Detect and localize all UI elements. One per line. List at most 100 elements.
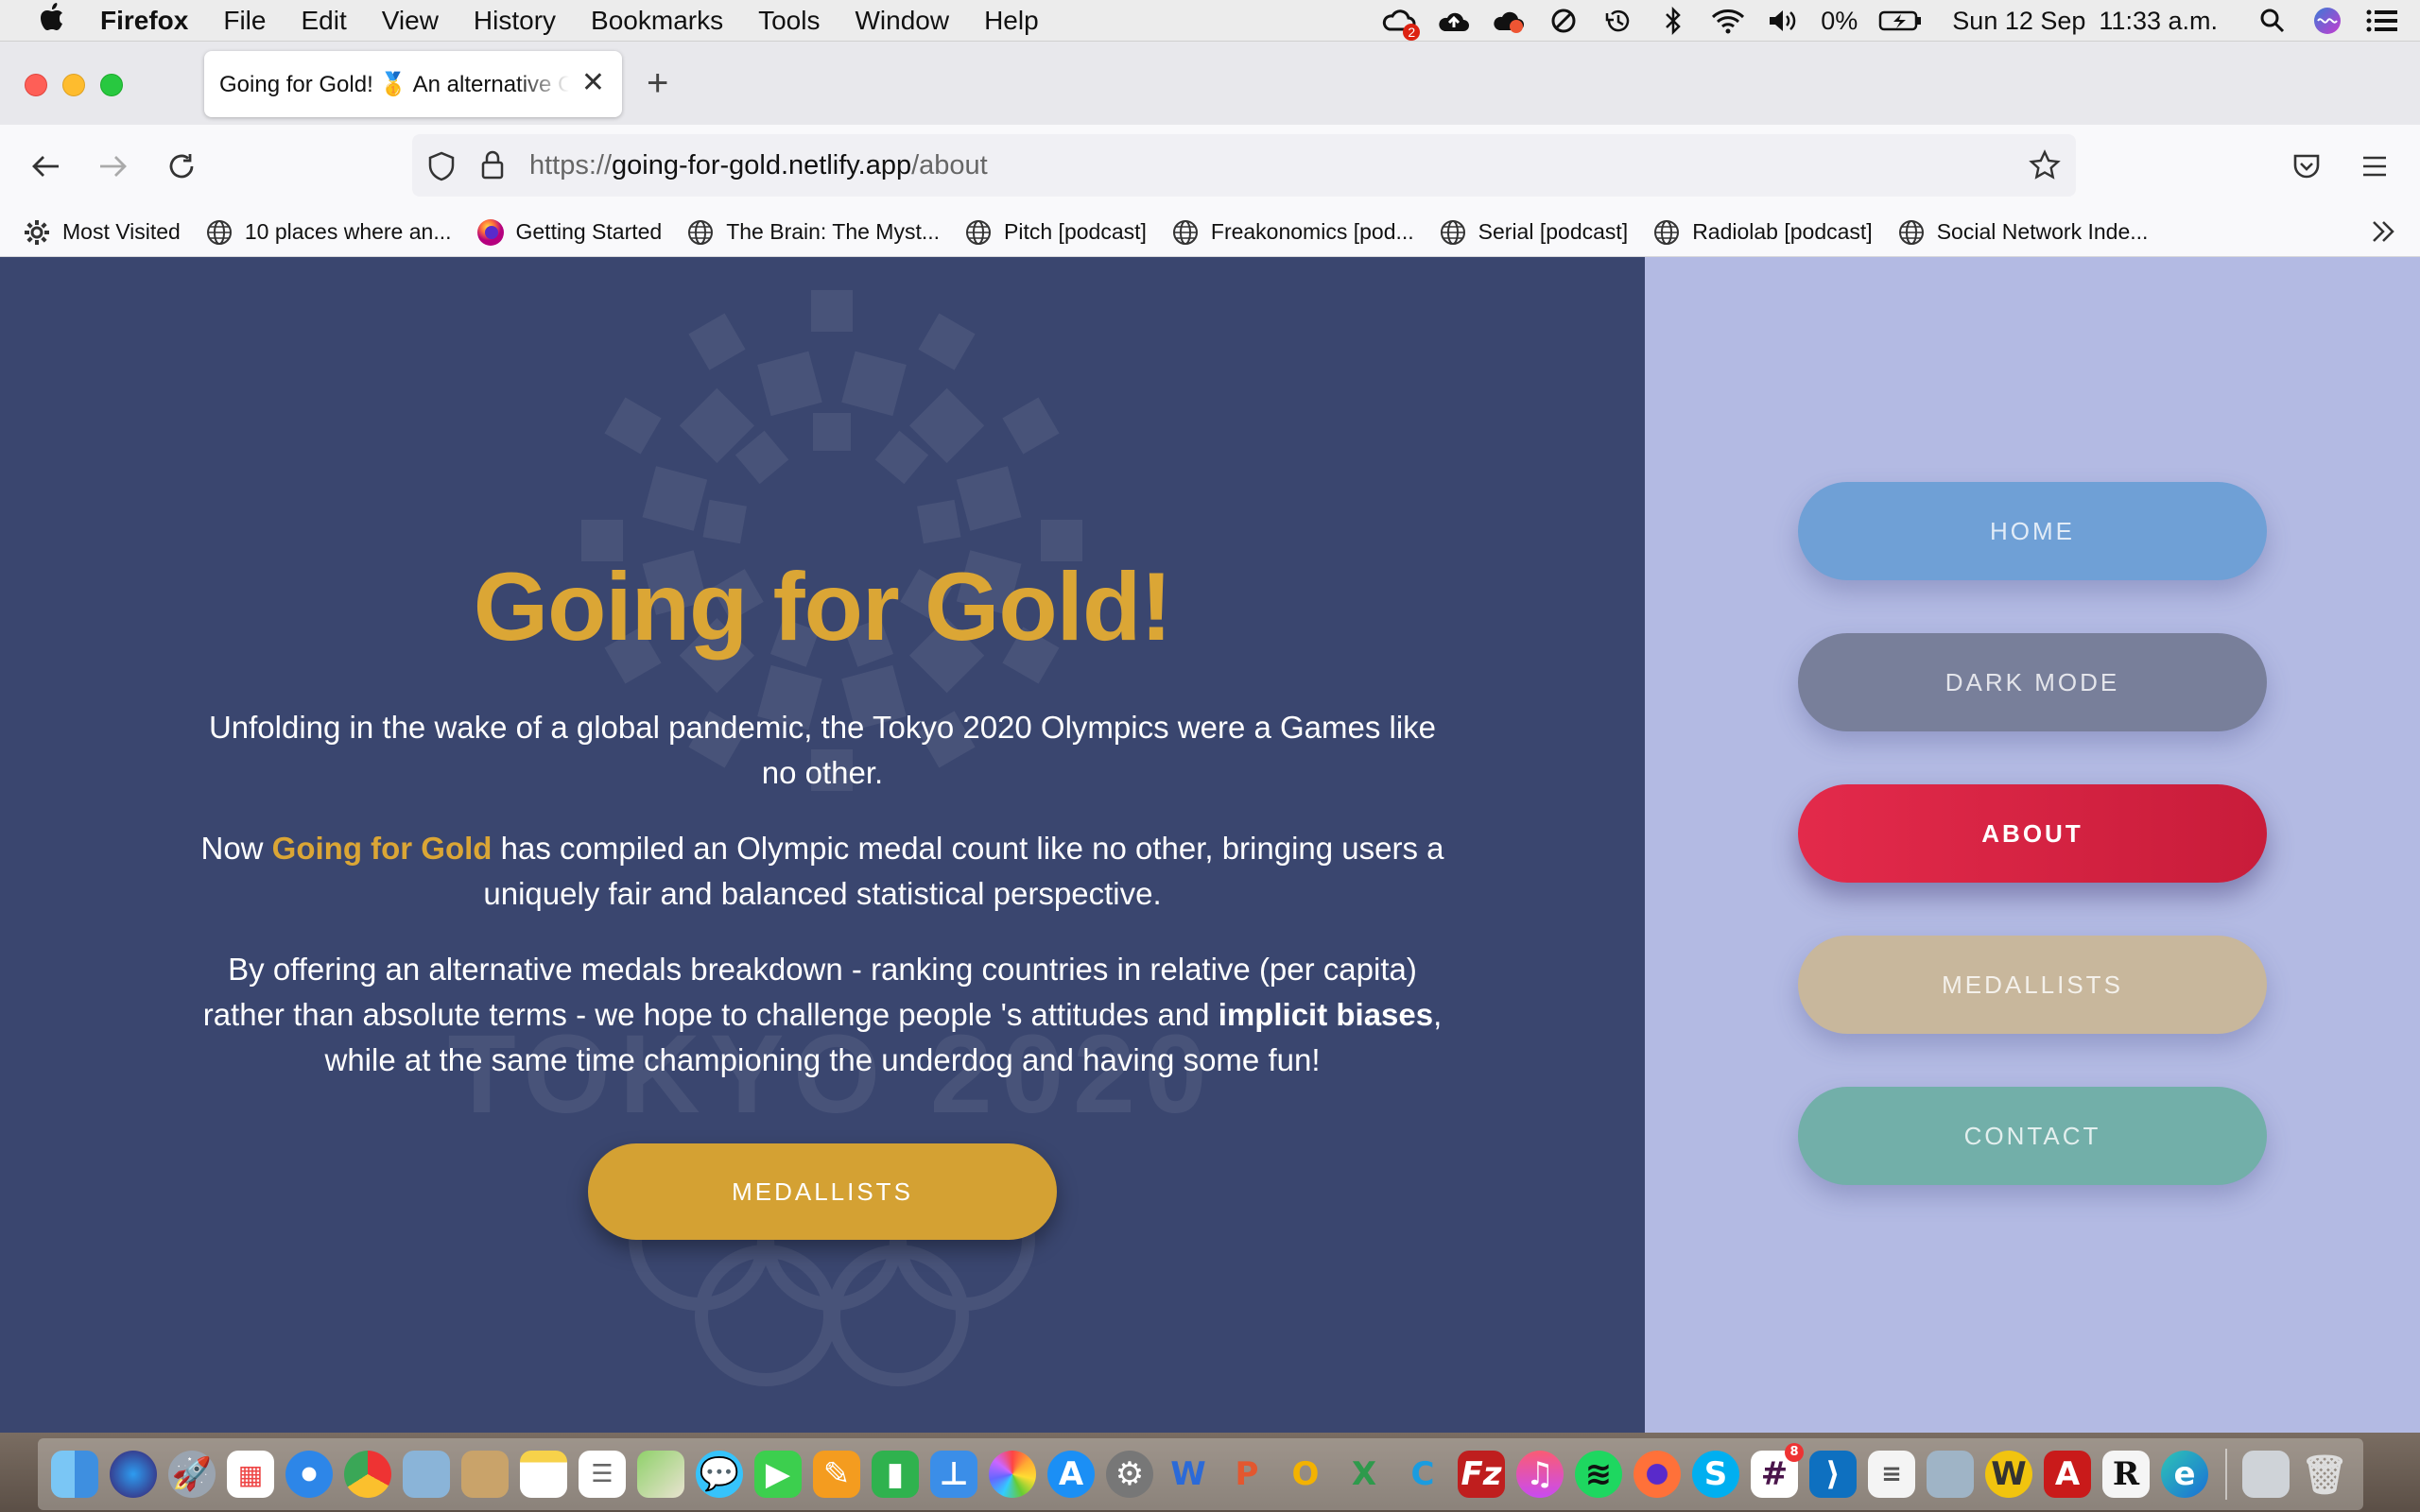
firefox-dock-icon[interactable] xyxy=(1634,1451,1681,1498)
tunnelblick-icon[interactable]: W xyxy=(1985,1451,2032,1498)
skype-icon[interactable]: S xyxy=(1692,1451,1739,1498)
maximize-window-button[interactable] xyxy=(100,74,123,96)
downloads-stack-icon[interactable] xyxy=(2242,1451,2290,1498)
pages-icon[interactable]: ✎ xyxy=(813,1451,860,1498)
battery-icon[interactable] xyxy=(1878,7,1922,35)
control-center-list-icon[interactable] xyxy=(2365,7,2399,35)
nav-contact-button[interactable]: CONTACT xyxy=(1798,1087,2267,1185)
menu-app-firefox[interactable]: Firefox xyxy=(100,6,188,36)
numbers-icon[interactable]: ▮ xyxy=(872,1451,919,1498)
cloud-upload-icon[interactable] xyxy=(1437,7,1471,35)
bookmark-item-most-visited[interactable]: Most Visited xyxy=(23,218,181,247)
menu-tools[interactable]: Tools xyxy=(758,6,820,36)
bookmark-item-serial[interactable]: Serial [podcast] xyxy=(1439,218,1628,247)
medallists-cta-button[interactable]: MEDALLISTS xyxy=(588,1143,1057,1240)
nav-home-button[interactable]: HOME xyxy=(1798,482,2267,580)
bookmark-item-social-network[interactable]: Social Network Inde... xyxy=(1897,218,2148,247)
menu-help[interactable]: Help xyxy=(984,6,1039,36)
reminders-icon[interactable]: ☰ xyxy=(579,1451,626,1498)
menu-edit[interactable]: Edit xyxy=(301,6,346,36)
trash-icon[interactable]: 🗑 xyxy=(2301,1451,2349,1498)
do-not-disturb-icon[interactable] xyxy=(1547,7,1581,35)
code-c-icon[interactable]: C xyxy=(1399,1451,1446,1498)
time-machine-icon[interactable] xyxy=(1601,7,1635,35)
image-capture-icon[interactable] xyxy=(1927,1451,1974,1498)
music-icon[interactable]: ♫ xyxy=(1516,1451,1564,1498)
spotify-icon[interactable]: ≋ xyxy=(1575,1451,1622,1498)
nav-medallists-button[interactable]: MEDALLISTS xyxy=(1798,936,2267,1034)
bookmark-item-the-brain[interactable]: The Brain: The Myst... xyxy=(686,218,940,247)
macos-dock: 🚀 ▦ ☰ 💬 ▶ ✎ ▮ ⊥ A ⚙ W P O X C Fz ♫ ≋ S #… xyxy=(0,1433,2420,1512)
tab-close-icon[interactable]: ✕ xyxy=(581,66,605,99)
spotlight-search-icon[interactable] xyxy=(2256,7,2290,35)
bookmark-item-freakonomics[interactable]: Freakonomics [pod... xyxy=(1171,218,1414,247)
wifi-icon[interactable] xyxy=(1711,7,1745,35)
back-button[interactable] xyxy=(25,146,66,187)
app-store-icon[interactable]: A xyxy=(1047,1451,1095,1498)
bookmark-star-icon[interactable] xyxy=(2029,149,2061,186)
chevron-more-bookmarks-icon[interactable] xyxy=(2369,217,2397,251)
siri-dock-icon[interactable] xyxy=(110,1451,157,1498)
bookmark-label: The Brain: The Myst... xyxy=(726,219,941,244)
nav-about-button[interactable]: ABOUT xyxy=(1798,784,2267,883)
excel-icon[interactable]: X xyxy=(1340,1451,1388,1498)
apple-menu-icon[interactable] xyxy=(40,3,64,38)
url-bar[interactable]: https://going-for-gold.netlify.app/about xyxy=(412,134,2076,197)
backup-cloud-icon[interactable] xyxy=(1492,7,1526,35)
siri-icon[interactable] xyxy=(2310,7,2344,35)
bookmark-item-pitch[interactable]: Pitch [podcast] xyxy=(964,218,1147,247)
url-text[interactable]: https://going-for-gold.netlify.app/about xyxy=(529,150,988,181)
close-window-button[interactable] xyxy=(25,74,47,96)
menubar-time[interactable]: 11:33 a.m. xyxy=(2099,7,2218,36)
finder-icon[interactable] xyxy=(51,1451,98,1498)
maps-icon[interactable] xyxy=(637,1451,684,1498)
menu-file[interactable]: File xyxy=(223,6,266,36)
vscode-icon[interactable]: ⟩ xyxy=(1809,1451,1857,1498)
minimize-window-button[interactable] xyxy=(62,74,85,96)
powerpoint-icon[interactable]: P xyxy=(1223,1451,1270,1498)
menu-window[interactable]: Window xyxy=(855,6,949,36)
textedit-icon[interactable]: ≡ xyxy=(1868,1451,1915,1498)
r-studio-icon[interactable]: R xyxy=(2102,1451,2150,1498)
tab-bar: Going for Gold! 🥇 An alternative Olympic… xyxy=(0,42,2420,125)
reload-button[interactable] xyxy=(161,146,202,187)
notes-icon[interactable] xyxy=(520,1451,567,1498)
lock-icon[interactable] xyxy=(480,149,505,184)
creative-cloud-icon[interactable]: 2 xyxy=(1382,7,1421,41)
slack-icon[interactable]: #8 xyxy=(1751,1443,1804,1498)
nav-dark-mode-button[interactable]: DARK MODE xyxy=(1798,633,2267,731)
hamburger-menu-icon[interactable] xyxy=(2354,146,2395,187)
bookmark-item-radiolab[interactable]: Radiolab [podcast] xyxy=(1652,218,1873,247)
tab-active[interactable]: Going for Gold! 🥇 An alternative Olympic… xyxy=(204,51,622,117)
outlook-icon[interactable]: O xyxy=(1282,1451,1329,1498)
safari-icon[interactable] xyxy=(285,1451,333,1498)
keynote-icon[interactable]: ⊥ xyxy=(930,1451,977,1498)
app-grid-icon[interactable]: ▦ xyxy=(227,1451,274,1498)
menu-history[interactable]: History xyxy=(474,6,556,36)
bluetooth-icon[interactable] xyxy=(1656,7,1690,35)
facetime-icon[interactable]: ▶ xyxy=(754,1451,802,1498)
bookmark-item-getting-started[interactable]: Getting Started xyxy=(476,218,662,247)
menubar-date[interactable]: Sun 12 Sep xyxy=(1952,7,2085,36)
messages-icon[interactable]: 💬 xyxy=(696,1451,743,1498)
word-icon[interactable]: W xyxy=(1165,1451,1212,1498)
navigation-toolbar: https://going-for-gold.netlify.app/about xyxy=(0,125,2420,208)
menu-view[interactable]: View xyxy=(382,6,439,36)
forward-button[interactable] xyxy=(93,146,134,187)
filezilla-icon[interactable]: Fz xyxy=(1458,1451,1505,1498)
volume-icon[interactable] xyxy=(1766,7,1800,35)
preview-icon[interactable] xyxy=(403,1451,450,1498)
edge-icon[interactable]: e xyxy=(2161,1451,2208,1498)
new-tab-button[interactable]: + xyxy=(647,64,668,102)
launchpad-icon[interactable]: 🚀 xyxy=(168,1451,216,1498)
bookmark-item-10-places[interactable]: 10 places where an... xyxy=(205,218,452,247)
chrome-icon[interactable] xyxy=(344,1451,391,1498)
pocket-icon[interactable] xyxy=(2286,146,2327,187)
tracking-protection-shield-icon[interactable] xyxy=(427,151,456,186)
system-preferences-icon[interactable]: ⚙ xyxy=(1106,1451,1153,1498)
acrobat-icon[interactable]: A xyxy=(2044,1451,2091,1498)
photos-icon[interactable] xyxy=(989,1451,1036,1498)
web-page: TOKYO 2020 Going for Gold! Unfolding in … xyxy=(0,257,2420,1433)
contacts-icon[interactable] xyxy=(461,1451,509,1498)
menu-bookmarks[interactable]: Bookmarks xyxy=(591,6,723,36)
